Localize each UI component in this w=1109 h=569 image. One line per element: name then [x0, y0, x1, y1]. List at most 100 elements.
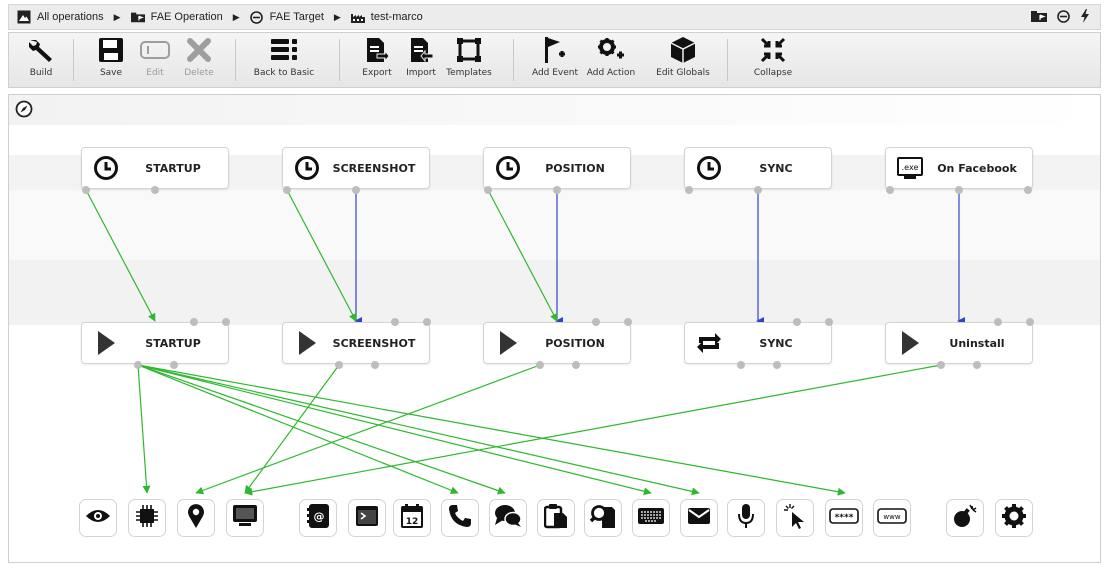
- node-port[interactable]: [222, 318, 230, 326]
- crosshair-icon[interactable]: [1057, 9, 1070, 26]
- node-port[interactable]: [1026, 318, 1034, 326]
- node-port[interactable]: [536, 361, 544, 369]
- node-port[interactable]: [1024, 186, 1032, 194]
- module-click-capture[interactable]: [776, 499, 814, 537]
- module-screen[interactable]: [226, 499, 264, 537]
- node-port[interactable]: [170, 361, 178, 369]
- templates-label: Templates: [446, 68, 492, 78]
- node-port[interactable]: [553, 186, 561, 194]
- event-node-screenshot[interactable]: SCREENSHOT: [282, 147, 430, 189]
- action-node-sync[interactable]: SYNC: [684, 322, 832, 364]
- module-calendar[interactable]: 12: [393, 499, 431, 537]
- add-event-button[interactable]: Add Event: [527, 35, 583, 87]
- terminal-icon: [355, 505, 379, 532]
- templates-button[interactable]: Templates: [441, 35, 497, 87]
- action-node-screenshot[interactable]: SCREENSHOT: [282, 322, 430, 364]
- toolbar-divider: [235, 39, 236, 81]
- module-chip[interactable]: [128, 499, 166, 537]
- node-port[interactable]: [572, 361, 580, 369]
- node-port[interactable]: [371, 361, 379, 369]
- module-clipboard[interactable]: [537, 499, 575, 537]
- node-port[interactable]: [423, 318, 431, 326]
- node-port[interactable]: [973, 361, 981, 369]
- node-port[interactable]: [737, 361, 745, 369]
- play-icon: [890, 323, 930, 363]
- node-port[interactable]: [151, 186, 159, 194]
- node-port[interactable]: [190, 318, 198, 326]
- module-keyboard[interactable]: [632, 499, 670, 537]
- bolt-icon[interactable]: [1080, 9, 1090, 26]
- module-device[interactable]: [995, 499, 1033, 537]
- collapse-button[interactable]: Collapse: [745, 35, 801, 87]
- node-port[interactable]: [937, 361, 945, 369]
- module-terminal[interactable]: [348, 499, 386, 537]
- event-node-sync[interactable]: SYNC: [684, 147, 832, 189]
- build-button[interactable]: Build: [13, 35, 69, 87]
- action-link: [244, 364, 942, 496]
- crumb-fae-operation[interactable]: FAE Operation: [130, 10, 223, 24]
- www-glyph: www: [883, 513, 900, 521]
- node-label: SYNC: [759, 336, 793, 350]
- node-port[interactable]: [283, 186, 291, 194]
- node-port[interactable]: [754, 186, 762, 194]
- sync-icon: [689, 323, 729, 363]
- module-chat[interactable]: [489, 499, 527, 537]
- node-port[interactable]: [134, 361, 142, 369]
- node-port[interactable]: [82, 186, 90, 194]
- module-location[interactable]: [177, 499, 215, 537]
- build-label: Build: [29, 68, 53, 78]
- module-crisis[interactable]: [946, 499, 984, 537]
- file-import-icon: [403, 35, 439, 65]
- action-node-uninstall[interactable]: Uninstall: [885, 322, 1033, 364]
- node-port[interactable]: [391, 318, 399, 326]
- toolbar-divider: [73, 39, 74, 81]
- textbox-icon: [137, 35, 173, 65]
- folder-flag-icon[interactable]: [1031, 10, 1047, 25]
- node-port[interactable]: [886, 186, 894, 194]
- module-file-search[interactable]: [584, 499, 622, 537]
- back-to-basic-button[interactable]: Back to Basic: [253, 35, 315, 87]
- crumb-all-operations[interactable]: All operations: [17, 10, 104, 24]
- node-port[interactable]: [592, 318, 600, 326]
- node-port[interactable]: [624, 318, 632, 326]
- node-port[interactable]: [773, 361, 781, 369]
- node-port[interactable]: [955, 186, 963, 194]
- crumb-fae-target[interactable]: FAE Target: [250, 10, 324, 24]
- module-password[interactable]: ****: [825, 499, 863, 537]
- action-link: [137, 364, 459, 495]
- edit-globals-button[interactable]: Edit Globals: [651, 35, 715, 87]
- node-port[interactable]: [793, 318, 801, 326]
- calendar-icon: 12: [400, 503, 424, 534]
- node-port[interactable]: [685, 186, 693, 194]
- address-book-icon: @: [306, 503, 330, 534]
- edit-label: Edit: [146, 68, 164, 78]
- play-icon: [488, 323, 528, 363]
- flow-canvas[interactable]: STARTUP SCREENSHOT POSITION SYNC .exe On…: [8, 94, 1101, 563]
- node-port[interactable]: [335, 361, 343, 369]
- node-port[interactable]: [825, 318, 833, 326]
- module-phone[interactable]: [441, 499, 479, 537]
- module-address-book[interactable]: @: [299, 499, 337, 537]
- module-web[interactable]: www: [873, 499, 911, 537]
- event-node-on-facebook[interactable]: .exe On Facebook: [885, 147, 1033, 189]
- eye-icon: [85, 508, 111, 529]
- action-node-startup[interactable]: STARTUP: [81, 322, 229, 364]
- node-port[interactable]: [994, 318, 1002, 326]
- node-port[interactable]: [352, 186, 360, 194]
- action-link: [137, 364, 506, 495]
- module-microphone[interactable]: [727, 499, 765, 537]
- module-eye[interactable]: [79, 499, 117, 537]
- add-action-button[interactable]: Add Action: [583, 35, 639, 87]
- edit-globals-label: Edit Globals: [656, 68, 710, 78]
- action-link: [137, 364, 652, 496]
- event-node-startup[interactable]: STARTUP: [81, 147, 229, 189]
- action-node-position[interactable]: POSITION: [483, 322, 631, 364]
- node-port[interactable]: [484, 186, 492, 194]
- crumb-test-marco[interactable]: test-marco: [350, 10, 423, 24]
- crumb-separator: ▶: [232, 11, 240, 22]
- crumb-label: All operations: [37, 11, 104, 23]
- event-node-position[interactable]: POSITION: [483, 147, 631, 189]
- factory-icon: [350, 10, 365, 24]
- delete-button[interactable]: Delete: [171, 35, 227, 87]
- module-mail[interactable]: [680, 499, 718, 537]
